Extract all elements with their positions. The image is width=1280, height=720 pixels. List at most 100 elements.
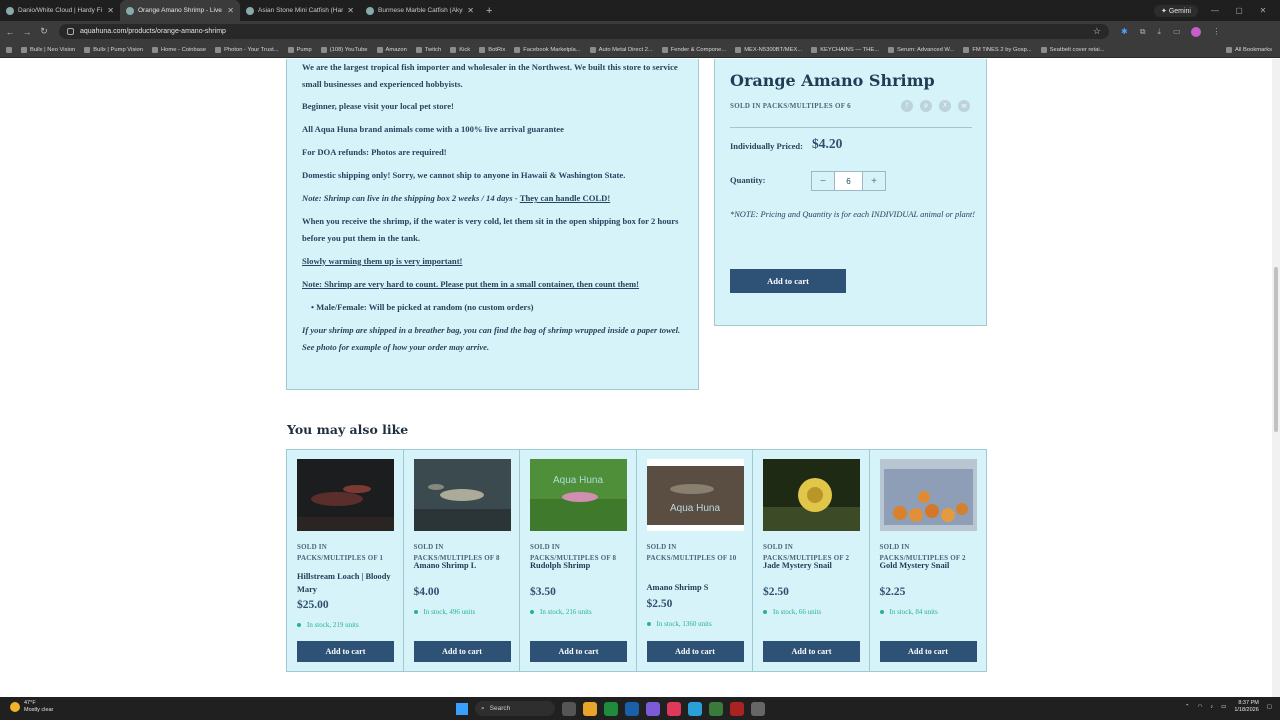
task-view-icon[interactable] [562,701,576,716]
x-icon[interactable]: X [939,100,951,112]
discord-icon[interactable] [646,701,660,716]
tab-orange-amano[interactable]: Orange Amano Shrimp - Live F ✕ [120,0,240,21]
extensions-puzzle-icon[interactable]: ⧉ [1140,27,1146,37]
product-name[interactable]: Gold Mystery Snail [880,559,980,572]
bookmark-item[interactable]: Fender & Compone... [661,46,726,53]
add-to-cart-button[interactable]: Add to cart [297,641,394,662]
decrease-quantity-button[interactable]: − [812,172,834,190]
battery-icon[interactable]: ▭ [1221,704,1226,710]
email-icon[interactable]: ✉ [958,100,970,112]
apps-grid-icon[interactable] [6,46,12,53]
tab-burmese-marble[interactable]: Burmese Marble Catfish (Akysi ✕ [360,0,480,21]
bookmark-item[interactable]: KEYCHAINS — THE... [811,46,879,53]
bookmark-item[interactable]: Facebook Marketpla... [514,46,581,53]
product-image[interactable] [413,459,511,531]
edge-icon[interactable] [688,701,702,716]
gemini-button[interactable]: ✦ Gemini [1154,4,1198,17]
product-card-jade-mystery-snail[interactable]: SOLD IN PACKS/MULTIPLES OF 2 Jade Myster… [753,450,870,671]
product-card-hillstream-loach[interactable]: SOLD IN PACKS/MULTIPLES OF 1 Hillstream … [287,450,404,671]
scrollbar-thumb[interactable] [1274,267,1278,432]
bookmark-item[interactable]: Pump [287,46,312,53]
app-icon[interactable] [730,701,744,716]
add-to-cart-button[interactable]: Add to cart [413,641,511,662]
bookmark-item[interactable]: Auto Metal Direct 2... [589,46,653,53]
extension-icon[interactable]: ✱ [1121,27,1128,36]
address-bar[interactable]: aquahuna.com/products/orange-amano-shrim… [59,24,1109,39]
bookmark-item[interactable]: Bullx | Neo Vision [21,46,75,53]
chrome-icon[interactable] [604,701,618,716]
tray-chevron-icon[interactable]: ⌃ [1185,704,1190,710]
product-name[interactable]: Hillstream Loach | Bloody Mary [297,570,397,596]
add-to-cart-button[interactable]: Add to cart [530,641,627,662]
product-image[interactable] [297,459,394,531]
clock[interactable]: 8:37 PM 1/18/2026 [1234,700,1258,714]
notification-icon[interactable]: ▢ [1267,704,1272,710]
bookmark-item[interactable]: Bullx | Pump Vision [84,46,143,53]
file-explorer-icon[interactable] [583,701,597,716]
system-tray: ⌃ ◠ ♪ ▭ 8:37 PM 1/18/2026 ▢ [1185,700,1272,714]
add-to-cart-button[interactable]: Add to cart [763,641,860,662]
tab-danio[interactable]: Danio/White Cloud | Hardy Fi ✕ [0,0,120,21]
quantity-input[interactable]: 6 [834,172,863,190]
windows-start-icon[interactable] [456,702,468,715]
add-to-cart-button[interactable]: Add to cart [730,269,846,293]
sidepanel-icon[interactable]: ▭ [1173,27,1181,36]
bookmark-item[interactable]: Home - Coinbase [151,46,206,53]
product-card-gold-mystery-snail[interactable]: SOLD IN PACKS/MULTIPLES OF 2 Gold Myster… [870,450,987,671]
site-info-icon[interactable] [67,28,74,35]
product-name[interactable]: Jade Mystery Snail [763,559,863,572]
maximize-icon[interactable]: ▢ [1232,6,1246,15]
product-image[interactable]: Aqua Huna [530,459,627,531]
menu-icon[interactable]: ⋮ [1213,27,1221,36]
tab-asian-stone[interactable]: Asian Stone Mini Catfish (Hara ✕ [240,0,360,21]
add-to-cart-button[interactable]: Add to cart [879,641,977,662]
tab-favicon-icon [366,6,374,15]
taskbar-search[interactable]: ⌕ Search [475,701,555,716]
store-icon[interactable] [709,701,723,716]
volume-icon[interactable]: ♪ [1210,704,1213,710]
forward-icon[interactable]: → [20,27,34,37]
increase-quantity-button[interactable]: + [863,172,885,190]
product-name[interactable]: Amano Shrimp S [647,581,747,594]
product-name[interactable]: Rudolph Shrimp [530,559,630,572]
add-to-cart-button[interactable]: Add to cart [646,641,744,662]
product-image[interactable] [879,459,977,531]
close-window-icon[interactable]: ✕ [1256,6,1270,15]
tab-close-icon[interactable]: ✕ [107,6,114,15]
bookmark-item[interactable]: Photon - Your Trust... [215,46,279,53]
bookmark-item[interactable]: FM TiNES 2 by Gosp... [963,46,1032,53]
bookmark-item[interactable]: MEX-N5300BT/MEX... [735,46,802,53]
bookmark-item[interactable]: Serum: Advanced W... [888,46,954,53]
weather-widget[interactable]: 47°F Mostly clear [10,700,53,714]
settings-icon[interactable] [751,701,765,716]
bookmark-item[interactable]: Seatbelt cover retai... [1040,46,1104,53]
page-scrollbar[interactable] [1272,59,1280,697]
bookmark-star-icon[interactable]: ☆ [1093,26,1101,37]
steam-icon[interactable] [625,701,639,716]
new-tab-button[interactable]: + [480,5,498,17]
product-card-amano-shrimp-l[interactable]: SOLD IN PACKS/MULTIPLES OF 8 Amano Shrim… [404,450,520,671]
bookmark-item[interactable]: (108) YouTube [320,46,368,53]
reload-icon[interactable]: ↻ [37,26,51,37]
tab-close-icon[interactable]: ✕ [227,6,234,15]
product-card-rudolph-shrimp[interactable]: Aqua Huna SOLD IN PACKS/MULTIPLES OF 8 R… [520,450,637,671]
bookmark-item[interactable]: BotRix [479,46,505,53]
product-card-amano-shrimp-s[interactable]: Aqua Huna SOLD IN PACKS/MULTIPLES OF 10 … [637,450,753,671]
product-name[interactable]: Amano Shrimp L [414,559,514,572]
bookmark-item[interactable]: Amazon [376,46,407,53]
profile-avatar[interactable] [1190,26,1201,37]
music-icon[interactable] [667,701,681,716]
back-icon[interactable]: ← [3,27,17,37]
bookmark-item[interactable]: Kick [450,46,470,53]
wifi-icon[interactable]: ◠ [1198,704,1203,710]
all-bookmarks-button[interactable]: All Bookmarks [1225,46,1280,53]
product-image[interactable] [763,459,860,531]
minimize-icon[interactable]: — [1208,6,1222,15]
tab-close-icon[interactable]: ✕ [467,6,474,15]
bookmark-item[interactable]: Twitch [415,46,441,53]
pinterest-icon[interactable]: p [920,100,932,112]
download-icon[interactable]: ⤓ [1157,27,1161,37]
tab-close-icon[interactable]: ✕ [347,6,354,15]
product-image[interactable]: Aqua Huna [646,459,744,531]
facebook-icon[interactable]: f [901,100,913,112]
